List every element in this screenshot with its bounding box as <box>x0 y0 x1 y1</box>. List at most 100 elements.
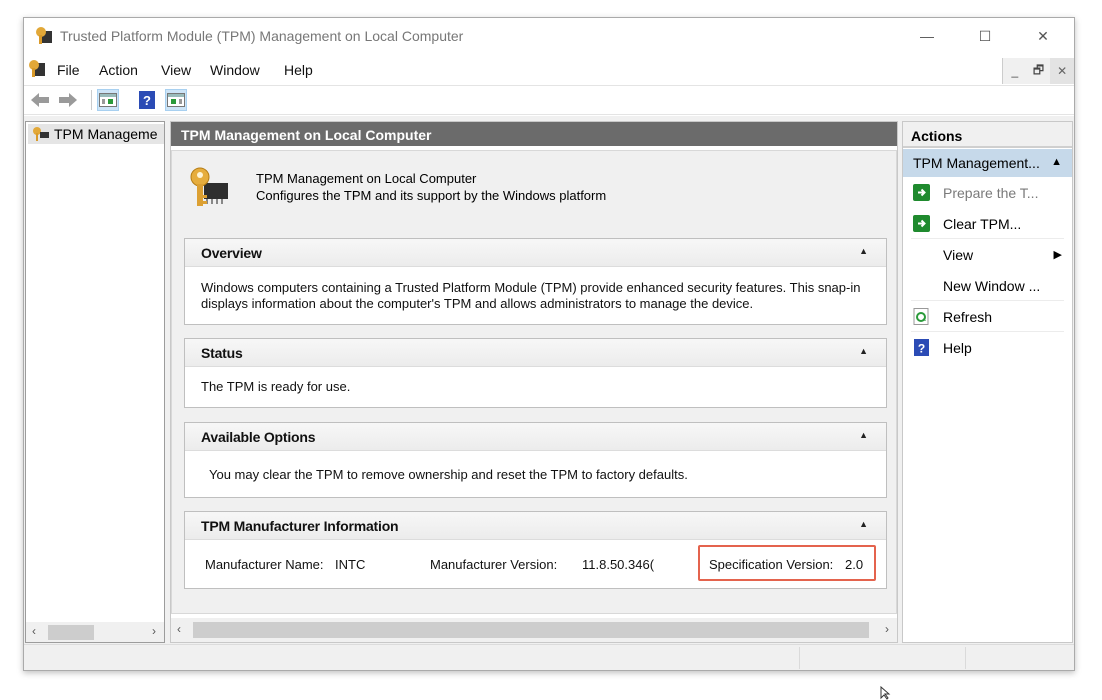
specification-version-label: Specification Version: <box>709 557 834 572</box>
menu-view[interactable]: View <box>161 62 191 78</box>
results-horizontal-scrollbar[interactable]: ‹ › <box>171 618 897 642</box>
green-arrow-icon <box>913 184 930 201</box>
minimize-button[interactable]: — <box>904 22 950 50</box>
tpm-key-chip-icon <box>190 167 228 206</box>
collapse-icon[interactable]: ▲ <box>859 430 868 440</box>
menu-help[interactable]: Help <box>284 62 313 78</box>
available-options-title: Available Options <box>201 429 316 445</box>
forward-icon <box>59 93 77 107</box>
status-divider <box>799 647 800 669</box>
collapse-icon[interactable]: ▲ <box>859 346 868 356</box>
actions-group-tpm-management[interactable]: TPM Management... ▲ <box>903 149 1072 177</box>
intro-block: TPM Management on Local Computer Configu… <box>172 151 896 231</box>
help-icon: ? <box>139 91 155 109</box>
results-content: TPM Management on Local Computer Configu… <box>171 150 897 614</box>
close-button[interactable]: ✕ <box>1020 22 1066 50</box>
scroll-left-arrow[interactable]: ‹ <box>177 622 181 636</box>
menu-action[interactable]: Action <box>99 62 138 78</box>
scroll-left-arrow[interactable]: ‹ <box>32 624 36 638</box>
scroll-right-arrow[interactable]: › <box>152 624 156 638</box>
action-new-window[interactable]: New Window ... <box>903 270 1072 301</box>
scroll-right-arrow[interactable]: › <box>885 622 889 636</box>
menu-window[interactable]: Window <box>210 62 260 78</box>
intro-description: Configures the TPM and its support by th… <box>256 188 607 203</box>
action-help[interactable]: ? Help <box>903 332 1072 363</box>
green-arrow-icon <box>913 215 930 232</box>
menu-file[interactable]: File <box>57 62 80 78</box>
action-label: Clear TPM... <box>943 216 1022 232</box>
tree-item-label: TPM Manageme <box>54 126 158 142</box>
title-bar: Trusted Platform Module (TPM) Management… <box>24 18 1074 54</box>
action-prepare-tpm[interactable]: Prepare the T... <box>903 177 1072 208</box>
svg-text:?: ? <box>143 93 151 108</box>
action-label: Prepare the T... <box>943 185 1039 201</box>
results-pane-header: TPM Management on Local Computer <box>171 122 897 148</box>
actions-pane: Actions TPM Management... ▲ Prepare the … <box>902 121 1073 643</box>
help-button[interactable]: ? <box>136 89 158 111</box>
manufacturer-title: TPM Manufacturer Information <box>201 518 399 534</box>
status-bar <box>24 644 1074 670</box>
console-tree-pane: TPM Manageme ‹ › <box>25 121 165 643</box>
help-icon: ? <box>914 339 929 356</box>
manufacturer-version-value: 11.8.50.346( <box>582 557 655 572</box>
svg-text:?: ? <box>918 342 925 356</box>
tpm-key-icon[interactable] <box>27 59 47 79</box>
scroll-thumb[interactable] <box>48 625 94 640</box>
status-header[interactable]: Status ▲ <box>185 339 886 367</box>
action-refresh[interactable]: Refresh <box>903 301 1072 332</box>
show-hide-action-pane-button[interactable] <box>165 89 187 111</box>
body-area: TPM Manageme ‹ › TPM Management on Local… <box>24 116 1074 646</box>
collapse-icon[interactable]: ▲ <box>859 519 868 529</box>
specification-version-value: 2.0 <box>845 557 864 572</box>
mdi-controls: _ 🗗 ✕ <box>1002 58 1075 84</box>
tpm-key-icon <box>36 27 52 44</box>
action-label: Refresh <box>943 309 993 325</box>
manufacturer-section: TPM Manufacturer Information ▲ Manufactu… <box>184 511 887 589</box>
scroll-thumb[interactable] <box>193 622 869 638</box>
collapse-icon[interactable]: ▲ <box>1051 156 1062 168</box>
manufacturer-body: Manufacturer Name: INTC Manufacturer Ver… <box>185 540 886 588</box>
toolbar-separator <box>91 90 92 110</box>
tree-item-tpm-management[interactable]: TPM Manageme <box>28 124 164 144</box>
action-label: View <box>943 247 974 263</box>
tree-horizontal-scrollbar[interactable]: ‹ › <box>26 622 164 642</box>
intro-title: TPM Management on Local Computer <box>256 171 477 186</box>
status-title: Status <box>201 345 243 361</box>
overview-title: Overview <box>201 245 262 261</box>
action-label: New Window ... <box>943 278 1041 294</box>
maximize-button[interactable]: ☐ <box>962 22 1008 50</box>
forward-button[interactable] <box>57 89 79 111</box>
show-hide-console-tree-button[interactable] <box>97 89 119 111</box>
overview-text: Windows computers containing a Trusted P… <box>201 280 861 311</box>
back-button[interactable] <box>29 89 51 111</box>
manufacturer-name-label: Manufacturer Name: <box>205 557 324 572</box>
action-view[interactable]: View ▶ <box>903 239 1072 270</box>
available-options-section: Available Options ▲ You may clear the TP… <box>184 422 887 498</box>
back-icon <box>31 93 49 107</box>
submenu-arrow-icon: ▶ <box>1053 249 1062 261</box>
status-divider <box>965 647 966 669</box>
mdi-restore-button[interactable]: 🗗 <box>1027 58 1051 84</box>
action-label: Help <box>943 340 972 356</box>
manufacturer-version-label: Manufacturer Version: <box>430 557 558 572</box>
status-section: Status ▲ The TPM is ready for use. <box>184 338 887 408</box>
menu-bar: File Action View Window Help _ 🗗 ✕ <box>24 56 1075 84</box>
actions-header: Actions <box>903 122 1072 148</box>
available-options-header[interactable]: Available Options ▲ <box>185 423 886 451</box>
overview-header[interactable]: Overview ▲ <box>185 239 886 267</box>
overview-section: Overview ▲ Windows computers containing … <box>184 238 887 325</box>
manufacturer-name-value: INTC <box>335 557 366 572</box>
window-title: Trusted Platform Module (TPM) Management… <box>60 28 464 44</box>
collapse-icon[interactable]: ▲ <box>859 246 868 256</box>
available-options-text: You may clear the TPM to remove ownershi… <box>209 467 688 482</box>
manufacturer-header[interactable]: TPM Manufacturer Information ▲ <box>185 512 886 540</box>
toolbar: ? <box>24 85 1074 115</box>
console-tree-icon <box>99 93 117 107</box>
results-pane: TPM Management on Local Computer TPM Man… <box>170 121 898 643</box>
status-text: The TPM is ready for use. <box>201 379 351 394</box>
action-clear-tpm[interactable]: Clear TPM... <box>903 208 1072 239</box>
mdi-minimize-button[interactable]: _ <box>1003 58 1027 84</box>
refresh-icon <box>913 308 929 325</box>
action-pane-icon <box>167 93 185 107</box>
mdi-close-button[interactable]: ✕ <box>1050 58 1075 84</box>
